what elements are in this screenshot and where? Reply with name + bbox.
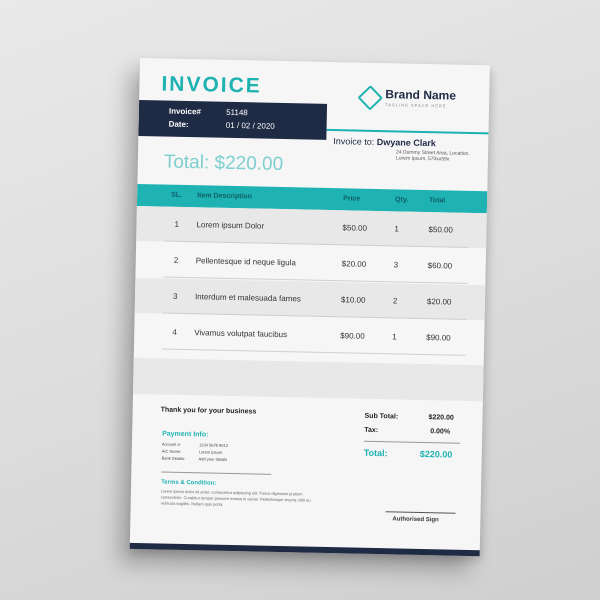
- row-qty: 2: [392, 296, 398, 306]
- invoice-date: 01 / 02 / 2020: [225, 120, 275, 131]
- invoice-meta-band: Invoice# 51148 Date: 01 / 02 / 2020: [138, 99, 328, 140]
- invoice-number-row: Invoice# 51148: [169, 107, 248, 118]
- table-spacer: [132, 357, 484, 402]
- payment-value: Add your details: [198, 456, 228, 462]
- payment-row: A/C Name: Lorem Ipsum: [162, 449, 223, 455]
- header-description: Item Description: [197, 192, 253, 201]
- tax-label: Tax:: [364, 426, 379, 435]
- payment-label: Account #:: [161, 441, 181, 447]
- row-description: Vivamus volutpat faucibus: [194, 328, 288, 340]
- row-qty: 1: [394, 224, 400, 234]
- payment-row: Bank Details: Add your details: [162, 456, 228, 462]
- invoice-to: Invoice to: Dwyane Clark: [333, 136, 436, 148]
- footer-divider: [161, 471, 272, 475]
- invoice-number-label: Invoice#: [168, 106, 201, 117]
- row-qty: 3: [393, 260, 399, 270]
- signature-line: [385, 511, 456, 514]
- table-row: 2 Pellentesque id neque ligula $20.00 3 …: [135, 242, 486, 284]
- invoice-date-row: Date: 01 / 02 / 2020: [169, 120, 275, 131]
- invoice-sheet: INVOICE Invoice# 51148 Date: 01 / 02 / 2…: [129, 58, 490, 557]
- row-total: $60.00: [427, 261, 453, 271]
- grand-total-value: $220.00: [419, 448, 453, 460]
- row-price: $90.00: [340, 331, 365, 341]
- brand-logo-icon: [357, 85, 383, 111]
- row-total: $90.00: [426, 333, 451, 343]
- invoice-title: INVOICE: [161, 72, 263, 98]
- thank-you-note: Thank you for your business: [160, 406, 257, 416]
- recipient-address: 24 Dummy Street Area, Location, Lorem Ip…: [395, 149, 470, 163]
- table-row: 1 Lorem ipsum Dolor $50.00 1 $50.00: [136, 205, 487, 249]
- table-row: 4 Vivamus volutpat faucibus $90.00 1 $90…: [134, 314, 485, 356]
- signature-label: Authorised Sign: [392, 516, 439, 524]
- table-row: 3 Interdum et malesuada fames $10.00 2 $…: [134, 277, 486, 321]
- brand-name: Brand Name: [385, 87, 457, 103]
- row-qty: 1: [392, 332, 397, 342]
- subtotal-label: Sub Total:: [364, 412, 399, 421]
- payment-value: 1234 5678 9012: [198, 442, 229, 448]
- row-divider: [161, 348, 466, 356]
- payment-label: A/C Name:: [161, 448, 182, 454]
- accent-divider: [326, 128, 489, 135]
- grand-total-label: Total:: [363, 447, 388, 459]
- brand-tagline: TAGLINE SPACE HERE: [385, 102, 447, 109]
- row-description: Pellentesque id neque ligula: [195, 256, 296, 268]
- row-total: $50.00: [428, 225, 454, 235]
- header-price: Price: [343, 195, 361, 203]
- recipient-name: Dwyane Clark: [376, 136, 436, 149]
- tax-value: 0.00%: [430, 428, 451, 436]
- payment-row: Account #: 1234 5678 9012: [162, 442, 228, 448]
- row-description: Interdum et malesuada fames: [194, 292, 301, 304]
- subtotal-value: $220.00: [428, 414, 454, 422]
- payment-value: Lorem Ipsum: [198, 449, 223, 455]
- row-price: $20.00: [341, 259, 367, 269]
- row-sl: 4: [172, 327, 177, 337]
- row-description: Lorem ipsum Dolor: [196, 220, 265, 231]
- invoice-number: 51148: [226, 107, 248, 118]
- invoice-date-label: Date:: [168, 119, 189, 130]
- row-price: $50.00: [342, 223, 368, 233]
- row-total: $20.00: [426, 297, 452, 307]
- header-sl: SL.: [171, 191, 183, 199]
- terms-title: Terms & Condition:: [161, 479, 217, 487]
- row-sl: 1: [174, 219, 180, 229]
- row-price: $10.00: [340, 295, 366, 305]
- payment-info-title: Payment Info:: [162, 430, 209, 439]
- terms-text: Lorem ipsum dolor sit amet, consectetur …: [160, 488, 311, 507]
- row-sl: 3: [172, 291, 178, 301]
- summary-divider: [364, 440, 461, 444]
- header-total: Total: [429, 197, 446, 205]
- invoice-total-heading: Total: $220.00: [163, 151, 284, 176]
- header-qty: Qty.: [395, 196, 409, 204]
- invoice-to-label: Invoice to:: [333, 136, 375, 147]
- payment-label: Bank Details:: [161, 455, 186, 462]
- row-sl: 2: [173, 255, 179, 265]
